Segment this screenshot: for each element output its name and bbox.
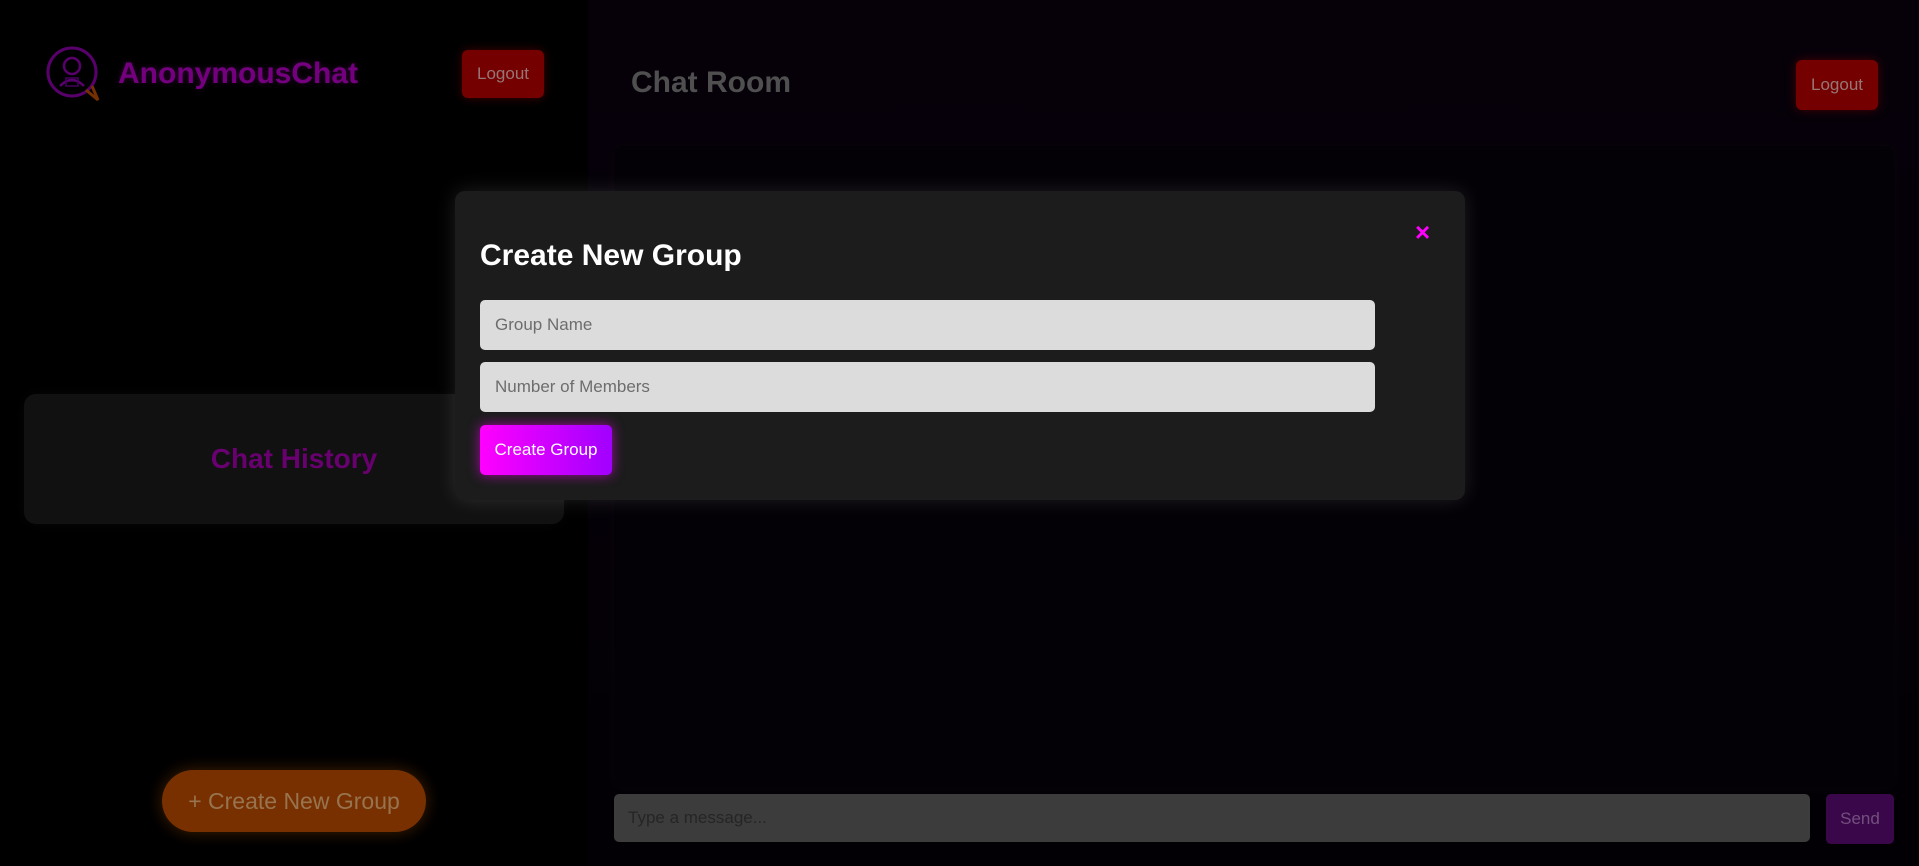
group-name-input[interactable] [480,300,1375,350]
create-group-button[interactable]: Create Group [480,425,612,475]
member-count-input[interactable] [480,362,1375,412]
app-root: AnonymousChat Logout Chat History + Crea… [0,0,1919,866]
modal-title: Create New Group [480,239,742,272]
create-group-modal: × Create New Group Create Group [455,191,1465,500]
close-icon[interactable]: × [1415,219,1430,245]
